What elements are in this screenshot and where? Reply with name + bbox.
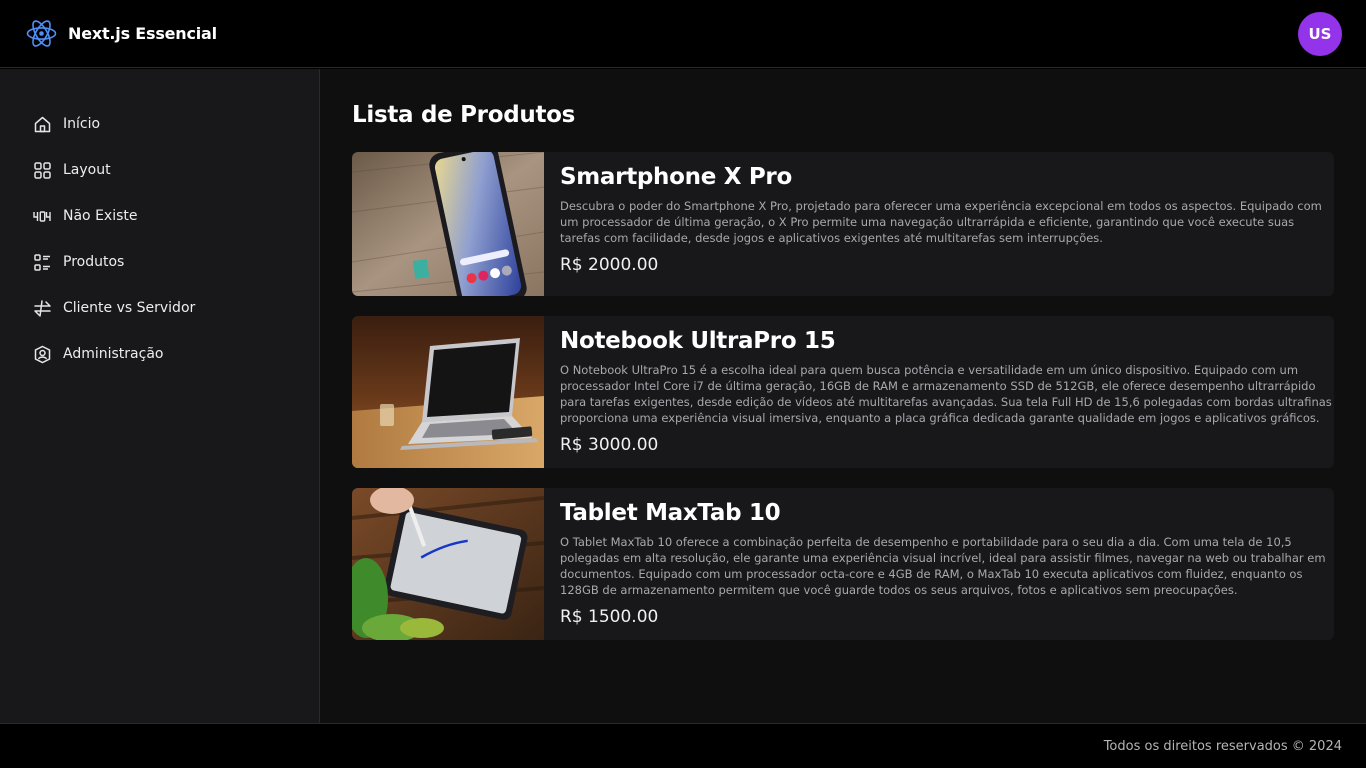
product-info: Tablet MaxTab 10 O Tablet MaxTab 10 ofer… [544, 488, 1334, 640]
product-description: O Notebook UltraPro 15 é a escolha ideal… [560, 363, 1332, 425]
avatar-initials: US [1308, 25, 1332, 43]
sidebar-item-label: Administração [63, 346, 164, 362]
app-title: Next.js Essencial [68, 24, 217, 43]
tablet-photo [352, 488, 544, 640]
sidebar-item-cliente-vs-servidor[interactable]: Cliente vs Servidor [0, 285, 319, 331]
product-description: Descubra o poder do Smartphone X Pro, pr… [560, 199, 1322, 245]
product-info: Smartphone X Pro Descubra o poder do Sma… [544, 152, 1334, 296]
brand[interactable]: Next.js Essencial [25, 17, 217, 50]
product-price: R$ 2000.00 [560, 255, 659, 275]
product-name[interactable]: Notebook UltraPro 15 [560, 328, 1334, 354]
footer: Todos os direitos reservados © 2024 [0, 723, 1366, 768]
product-name[interactable]: Smartphone X Pro [560, 164, 1334, 190]
404-icon [33, 207, 52, 226]
sidebar-item-label: Início [63, 116, 101, 132]
product-name[interactable]: Tablet MaxTab 10 [560, 500, 1334, 526]
sidebar-item-label: Cliente vs Servidor [63, 300, 196, 316]
product-price: R$ 3000.00 [560, 435, 659, 455]
react-atom-icon [25, 17, 58, 50]
arrows-exchange-icon [33, 299, 52, 318]
grid-icon [33, 161, 52, 180]
sidebar: Início Layout Não Existe Produtos Client… [0, 69, 320, 723]
product-info: Notebook UltraPro 15 O Notebook UltraPro… [544, 316, 1334, 468]
product-card[interactable]: Tablet MaxTab 10 O Tablet MaxTab 10 ofer… [352, 488, 1334, 640]
product-description: O Tablet MaxTab 10 oferece a combinação … [560, 535, 1326, 597]
list-icon [33, 253, 52, 272]
page-title: Lista de Produtos [352, 102, 576, 128]
product-card[interactable]: Notebook UltraPro 15 O Notebook UltraPro… [352, 316, 1334, 468]
sidebar-item-nao-existe[interactable]: Não Existe [0, 193, 319, 239]
user-avatar[interactable]: US [1298, 12, 1342, 56]
main-content: Lista de Produtos Smartphone X Pro Descu… [320, 69, 1366, 723]
sidebar-item-inicio[interactable]: Início [0, 101, 319, 147]
product-card[interactable]: Smartphone X Pro Descubra o poder do Sma… [352, 152, 1334, 296]
sidebar-item-layout[interactable]: Layout [0, 147, 319, 193]
app-header: Next.js Essencial US [0, 0, 1366, 68]
sidebar-item-label: Layout [63, 162, 111, 178]
sidebar-item-label: Produtos [63, 254, 125, 270]
user-shield-icon [33, 345, 52, 364]
sidebar-item-label: Não Existe [63, 208, 138, 224]
sidebar-item-produtos[interactable]: Produtos [0, 239, 319, 285]
copyright-text: Todos os direitos reservados © 2024 [1103, 738, 1342, 754]
product-price: R$ 1500.00 [560, 607, 659, 627]
notebook-photo [352, 316, 544, 468]
sidebar-item-administracao[interactable]: Administração [0, 331, 319, 377]
home-icon [33, 115, 52, 134]
smartphone-photo [352, 152, 544, 296]
